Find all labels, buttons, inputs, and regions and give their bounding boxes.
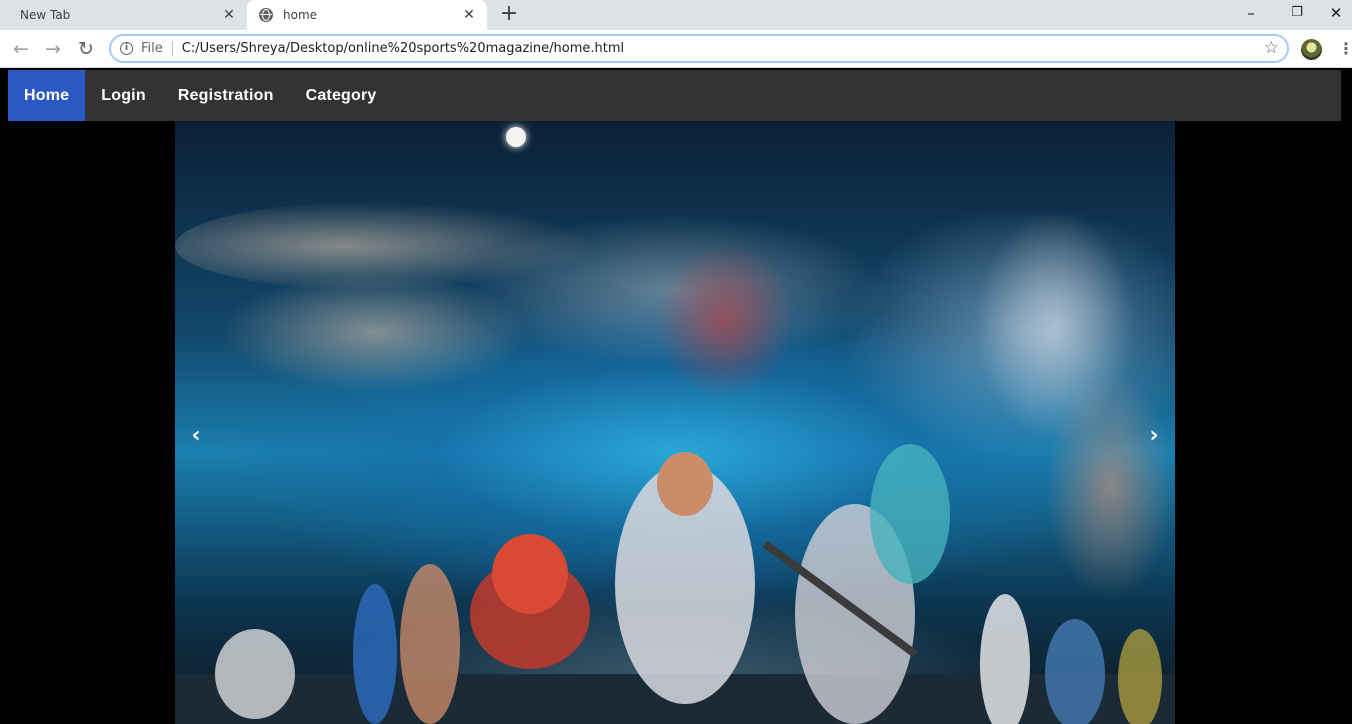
minimize-button[interactable]: – [1228, 0, 1274, 30]
slideshow-next-button[interactable]: › [1139, 421, 1169, 451]
slideshow-prev-button[interactable]: ‹ [181, 421, 211, 451]
star-icon[interactable]: ☆ [1264, 38, 1279, 58]
site-navbar: Home Login Registration Category [8, 70, 1341, 121]
close-icon[interactable]: ✕ [221, 7, 237, 23]
athletes-illustration [175, 444, 1175, 724]
slideshow-image: ‹ › [175, 121, 1175, 724]
globe-icon [259, 8, 273, 22]
reload-icon[interactable]: ↻ [74, 37, 98, 61]
forward-arrow-icon[interactable]: → [41, 37, 65, 61]
tab-home[interactable]: home ✕ [247, 0, 487, 30]
swimmer-shape [175, 201, 595, 291]
page-body: Home Login Registration Category ‹ › [0, 68, 1352, 724]
stadium-light [506, 127, 526, 147]
window-close-button[interactable]: ✕ [1320, 0, 1352, 30]
close-icon[interactable]: ✕ [461, 7, 477, 23]
nav-home[interactable]: Home [8, 70, 86, 121]
tab-new-tab[interactable]: New Tab ✕ [0, 0, 247, 30]
back-arrow-icon[interactable]: ← [9, 37, 33, 61]
tab-title: home [283, 8, 318, 22]
jumper-shape [655, 241, 795, 401]
divider [171, 41, 173, 56]
scrollbar[interactable] [1346, 68, 1352, 724]
nav-category[interactable]: Category [290, 70, 393, 121]
info-icon[interactable]: i [120, 42, 133, 55]
avatar[interactable] [1301, 39, 1322, 60]
more-vert-icon[interactable]: ⋮ [1338, 38, 1352, 60]
tab-title: New Tab [20, 8, 71, 22]
browser-toolbar: ← → ↻ i File C:/Users/Shreya/Desktop/onl… [0, 30, 1352, 68]
restore-button[interactable]: ❐ [1274, 0, 1320, 30]
url-text[interactable]: C:/Users/Shreya/Desktop/online%20sports%… [182, 41, 624, 56]
scheme-label: File [141, 41, 163, 56]
nav-login[interactable]: Login [85, 70, 162, 121]
browser-tabstrip: New Tab ✕ home ✕ + – ❐ ✕ [0, 0, 1352, 30]
address-bar[interactable]: i File C:/Users/Shreya/Desktop/online%20… [109, 34, 1289, 63]
plus-icon[interactable]: + [497, 3, 521, 27]
nav-registration[interactable]: Registration [162, 70, 290, 121]
